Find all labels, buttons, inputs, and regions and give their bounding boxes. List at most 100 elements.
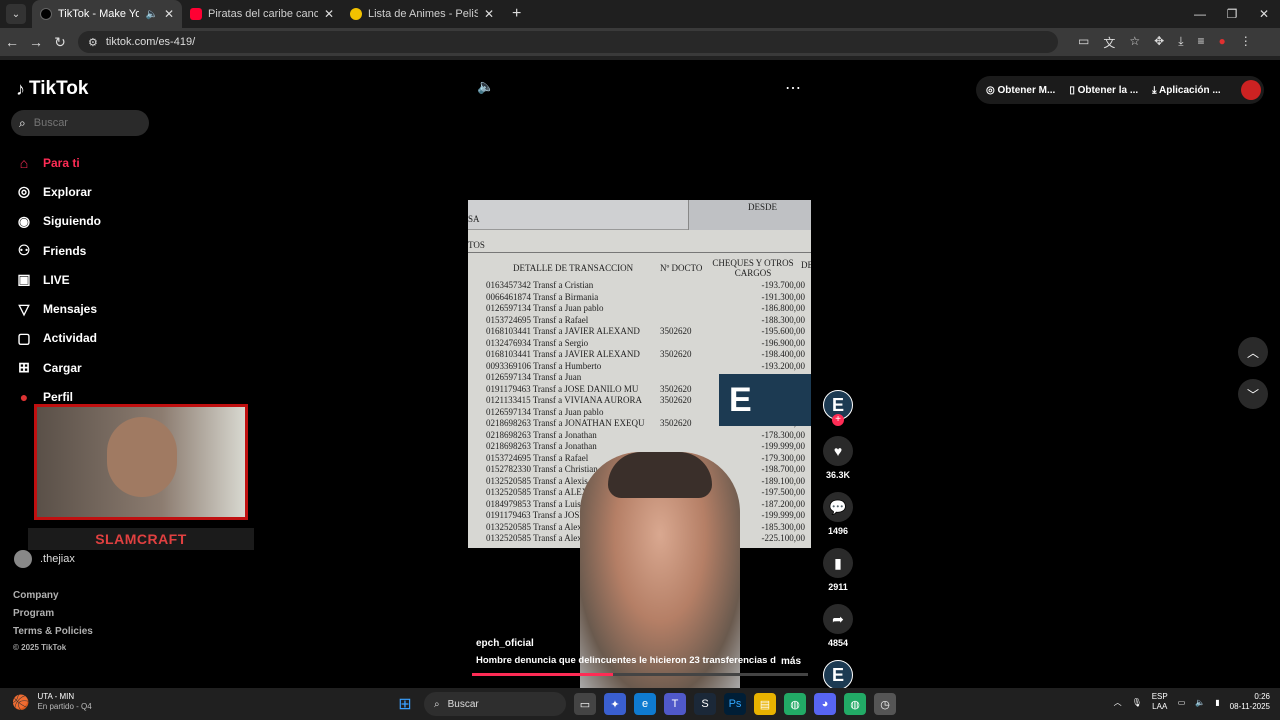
sidebar-item-explorar[interactable]: ◎ Explorar <box>15 177 101 206</box>
url-text: tiktok.com/es-419/ <box>105 36 196 48</box>
tab-pelismart[interactable]: Lista de Animes - PeliSmart ✕ <box>342 0 502 28</box>
button-label: Obtener M... <box>997 84 1056 96</box>
profile-icon[interactable]: ● <box>1219 34 1226 51</box>
media-icon[interactable]: ≡ <box>1198 34 1205 51</box>
sidebar-item-mensajes[interactable]: ▽ Mensajes <box>15 294 101 323</box>
section-label: TOS <box>468 240 485 250</box>
video-author[interactable]: epch_oficial <box>476 638 534 649</box>
windows-start-icon[interactable]: ⊞ <box>394 693 416 715</box>
more-options-icon[interactable]: ⋯ <box>785 78 801 98</box>
close-icon[interactable]: ✕ <box>164 7 174 21</box>
save-button[interactable]: ▮ <box>823 548 853 578</box>
table-cell <box>660 372 705 384</box>
video-progress-fill <box>472 673 614 676</box>
get-app-button[interactable]: ▯ Obtener la ... <box>1069 85 1138 96</box>
copilot-icon[interactable]: ✦ <box>604 693 626 715</box>
table-cell: 3502620 <box>660 349 692 359</box>
like-button[interactable]: ♥ <box>823 436 853 466</box>
follow-plus-icon[interactable]: + <box>832 414 844 426</box>
discord-icon[interactable]: ◕ <box>814 693 836 715</box>
sidebar-item-para-ti[interactable]: ⌂ Para ti <box>15 148 101 177</box>
chrome-icon[interactable]: ◍ <box>784 693 806 715</box>
file-explorer-icon[interactable]: ▤ <box>754 693 776 715</box>
translate-icon[interactable]: 文 <box>1103 34 1115 51</box>
share-button[interactable]: ➦ <box>823 604 853 634</box>
task-view-icon[interactable]: ▭ <box>574 693 596 715</box>
more-link[interactable]: más <box>781 656 801 667</box>
search-box[interactable]: ⌕ <box>11 110 149 136</box>
table-cell <box>660 280 705 292</box>
teams-icon[interactable]: T <box>664 693 686 715</box>
bookmark-icon: ▮ <box>834 554 842 571</box>
reload-icon[interactable]: ↻ <box>48 34 72 51</box>
menu-icon[interactable]: ⋮ <box>1240 34 1252 51</box>
clock[interactable]: 0:26 08-11-2025 <box>1230 692 1270 712</box>
close-window-icon[interactable]: ✕ <box>1248 0 1280 28</box>
chevron-up-icon[interactable]: ︿ <box>1238 337 1268 367</box>
table-cell <box>660 441 705 453</box>
chrome-active-icon[interactable]: ◍ <box>844 693 866 715</box>
profile-avatar[interactable] <box>1240 80 1261 100</box>
table-cell: 0218698263 Transf a Jonathan <box>486 429 597 440</box>
extensions-icon[interactable]: ✥ <box>1154 34 1164 51</box>
battery-icon[interactable]: ▮ <box>1215 698 1219 707</box>
sidebar-item-cargar[interactable]: ⊞ Cargar <box>15 353 101 382</box>
forward-icon[interactable]: → <box>24 34 48 50</box>
table-cell: -186.800,00 <box>761 303 806 313</box>
weather-widget[interactable]: 🏀 UTA - MIN En partido - Q4 <box>12 692 92 712</box>
get-coins-button[interactable]: ◎ Obtener M... <box>986 85 1055 96</box>
volume-icon[interactable]: 🔈 <box>1195 698 1205 707</box>
photoshop-icon[interactable]: Ps <box>724 693 746 715</box>
sidebar-item-label: Para ti <box>43 155 80 170</box>
table-cell <box>660 361 705 373</box>
footer-link-terms[interactable]: Terms & Policies <box>13 626 93 637</box>
sidebar-item-actividad[interactable]: ▢ Actividad <box>15 324 101 353</box>
sound-avatar[interactable]: E <box>823 660 853 690</box>
url-field[interactable]: ⚙ tiktok.com/es-419/ <box>78 31 1058 53</box>
tab-tiktok[interactable]: TikTok - Make Your Day 🔈 ✕ <box>32 0 182 28</box>
edge-icon[interactable]: e <box>634 693 656 715</box>
restore-icon[interactable]: ❐ <box>1216 0 1248 28</box>
sidebar-item-live[interactable]: ▣ LIVE <box>15 265 101 294</box>
chevron-down-icon[interactable]: ﹀ <box>1238 379 1268 409</box>
language-indicator[interactable]: ESP LAA <box>1152 692 1168 712</box>
chevron-up-icon[interactable]: ︿ <box>1114 697 1122 708</box>
video-progress-bar[interactable] <box>472 673 808 676</box>
back-icon[interactable]: ← <box>0 34 24 50</box>
streamer-webcam <box>34 404 248 520</box>
microphone-icon[interactable]: 🎙 <box>1132 698 1142 707</box>
tab-youtube[interactable]: Piratas del caribe cancion compl ✕ <box>182 0 342 28</box>
site-info-icon[interactable]: ⚙ <box>88 36 98 49</box>
followed-account[interactable]: .thejiax <box>14 550 75 568</box>
cast-icon[interactable]: ▭ <box>1078 34 1089 51</box>
minimize-icon[interactable]: — <box>1184 0 1216 28</box>
footer-link-company[interactable]: Company <box>13 590 59 601</box>
network-icon[interactable]: ▭ <box>1178 698 1186 707</box>
taskbar-search[interactable]: ⌕ Buscar <box>424 692 566 716</box>
comment-button[interactable]: 💬 <box>823 492 853 522</box>
sidebar-item-friends[interactable]: ⚇ Friends <box>15 236 101 265</box>
tiktok-logo[interactable]: ♪ TikTok <box>16 78 88 100</box>
messages-icon: ▽ <box>18 300 30 317</box>
sidebar-item-label: Cargar <box>43 360 82 375</box>
footer-link-program[interactable]: Program <box>13 608 54 619</box>
close-icon[interactable]: ✕ <box>484 7 494 21</box>
comment-count: 1496 <box>827 526 849 536</box>
close-icon[interactable]: ✕ <box>324 7 334 21</box>
desktop-app-button[interactable]: ⤓ Aplicación ... <box>1152 85 1221 96</box>
logo-text: TikTok <box>29 78 89 99</box>
taskbar-search-label: Buscar <box>447 698 479 710</box>
search-icon: ⌕ <box>434 698 440 710</box>
bookmark-star-icon[interactable]: ☆ <box>1129 34 1140 51</box>
table-cell <box>660 303 705 315</box>
new-tab-button[interactable]: + <box>512 5 521 23</box>
steam-icon[interactable]: S <box>694 693 716 715</box>
volume-icon[interactable]: 🔈 <box>477 78 494 95</box>
tab-search-button[interactable]: ⌄ <box>6 4 26 24</box>
sidebar-item-siguiendo[interactable]: ◉ Siguiendo <box>15 207 101 236</box>
clock-app-icon[interactable]: ◷ <box>874 693 896 715</box>
share-icon: ➦ <box>832 610 844 627</box>
search-input[interactable] <box>33 117 134 129</box>
speaker-icon[interactable]: 🔈 <box>145 9 157 20</box>
download-icon[interactable]: ⤓ <box>1178 34 1183 51</box>
